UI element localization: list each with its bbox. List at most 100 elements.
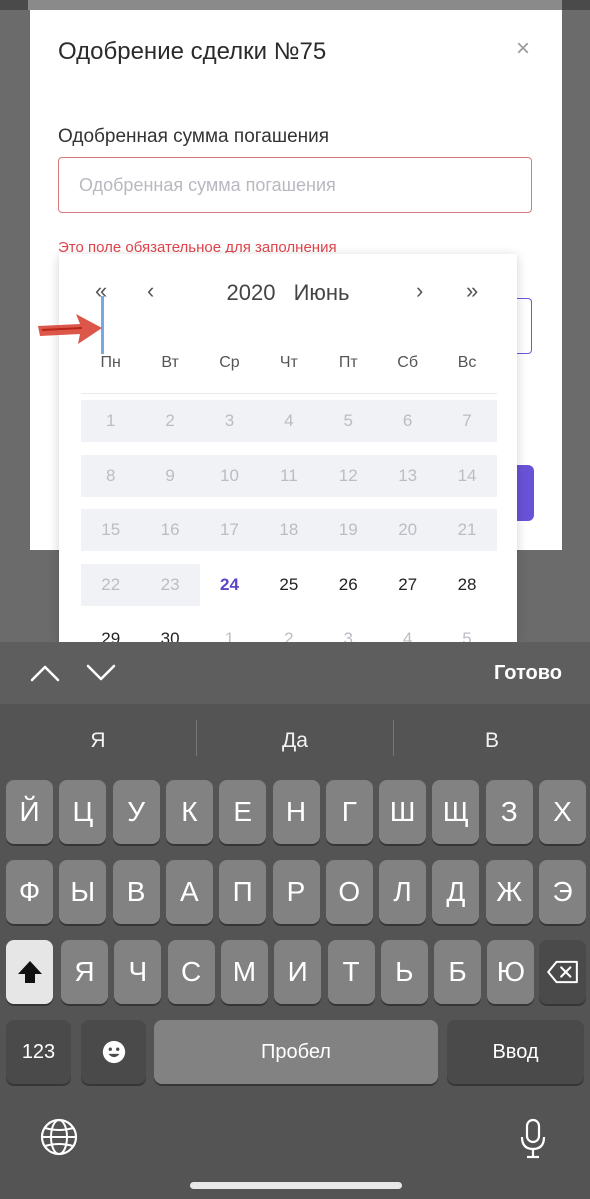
next-month-button[interactable]: ›: [416, 278, 423, 304]
letter-key[interactable]: Ж: [485, 860, 533, 924]
submit-button[interactable]: [516, 465, 534, 521]
letter-key[interactable]: Ц: [59, 780, 107, 844]
suggestion-2[interactable]: Да: [197, 704, 393, 778]
letter-key[interactable]: Ч: [114, 940, 162, 1004]
numbers-key[interactable]: 123: [6, 1020, 71, 1084]
repayment-amount-input[interactable]: [58, 157, 532, 213]
globe-icon[interactable]: [40, 1118, 78, 1156]
date-input[interactable]: [516, 298, 532, 354]
letter-key[interactable]: Ь: [380, 940, 428, 1004]
letter-key[interactable]: Ы: [59, 860, 107, 924]
calendar-day: 5: [318, 400, 378, 442]
done-button[interactable]: Готово: [494, 662, 562, 685]
letter-key[interactable]: Н: [272, 780, 320, 844]
letter-key[interactable]: Ф: [6, 860, 53, 924]
space-key[interactable]: Пробел: [154, 1020, 438, 1084]
status-bar-highlight: [28, 0, 562, 10]
shift-key[interactable]: [6, 940, 53, 1004]
chevron-up-icon[interactable]: [28, 658, 62, 688]
microphone-icon[interactable]: [518, 1118, 548, 1160]
letter-key[interactable]: Я: [61, 940, 108, 1004]
letter-key[interactable]: М: [220, 940, 268, 1004]
calendar-day: 9: [140, 454, 200, 497]
calendar-day: 13: [377, 454, 438, 497]
calendar-day: 18: [259, 509, 319, 551]
calendar-day: 1: [81, 400, 141, 442]
letter-key[interactable]: Б: [434, 940, 482, 1004]
next-year-button[interactable]: »: [466, 278, 478, 304]
calendar-header: 2020 Июнь: [59, 280, 517, 306]
calendar-week-row: 15 16 17 18 19 20 21: [81, 509, 497, 551]
calendar-day: 6: [377, 400, 438, 442]
letter-key[interactable]: Й: [6, 780, 53, 844]
letter-key[interactable]: П: [219, 860, 267, 924]
calendar-day: 4: [259, 400, 319, 442]
letter-key[interactable]: И: [274, 940, 322, 1004]
letter-key[interactable]: Х: [539, 780, 586, 844]
calendar-day[interactable]: 2: [259, 618, 318, 642]
letter-key[interactable]: В: [112, 860, 160, 924]
letter-key[interactable]: Ю: [487, 940, 535, 1004]
calendar-day[interactable]: 29: [81, 618, 140, 642]
letter-key[interactable]: Р: [272, 860, 320, 924]
shift-arrow-icon: [17, 961, 42, 983]
letter-key[interactable]: Л: [379, 860, 427, 924]
calendar-divider: [81, 393, 497, 394]
suggestion-3[interactable]: В: [394, 704, 590, 778]
weekday-label: Пт: [338, 354, 358, 371]
calendar-day[interactable]: 4: [378, 618, 437, 642]
date-picker-popup: « ‹ 2020 Июнь › » Пн Вт Ср Чт Пт Сб Вс 1234567…: [59, 254, 517, 642]
calendar-day: 19: [318, 509, 378, 551]
letter-key[interactable]: О: [325, 860, 373, 924]
calendar-day-today[interactable]: 24: [200, 564, 259, 606]
letter-key[interactable]: К: [165, 780, 213, 844]
letter-key[interactable]: С: [167, 940, 215, 1004]
backspace-key[interactable]: [539, 940, 586, 1004]
calendar-day: 16: [140, 509, 200, 551]
calendar-day: 20: [377, 509, 438, 551]
calendar-day[interactable]: 28: [437, 564, 496, 606]
calendar-month[interactable]: Июнь: [294, 280, 350, 305]
letter-key[interactable]: Е: [219, 780, 267, 844]
weekday-header-row: Пн Вт Ср Чт Пт Сб Вс: [81, 354, 497, 372]
letter-key[interactable]: А: [165, 860, 213, 924]
calendar-week-row: 29 30 1 2 3 4 5: [81, 618, 497, 642]
modal-title: Одобрение сделки №75: [58, 38, 327, 65]
letter-key[interactable]: З: [485, 780, 533, 844]
calendar-year[interactable]: 2020: [226, 280, 275, 305]
home-indicator: [190, 1182, 402, 1189]
letter-key[interactable]: Щ: [432, 780, 480, 844]
calendar-day: 14: [437, 454, 497, 497]
letter-key[interactable]: Д: [432, 860, 480, 924]
calendar-day: 7: [437, 400, 497, 442]
calendar-day: 12: [318, 454, 378, 497]
calendar-day-grid: 1 2 3 4 5 6 7 8 9 10 11 12 13 14 15 16 17 18 19 20 21 22 23 24 2…: [81, 400, 497, 642]
letter-key[interactable]: Т: [327, 940, 375, 1004]
calendar-week-row: 8 9 10 11 12 13 14: [81, 454, 497, 497]
calendar-day: 15: [81, 509, 141, 551]
enter-key[interactable]: Ввод: [447, 1020, 584, 1084]
calendar-day: 8: [81, 454, 141, 497]
calendar-day: 23: [140, 563, 200, 606]
calendar-day[interactable]: 1: [200, 618, 259, 642]
calendar-day[interactable]: 25: [259, 564, 318, 606]
letter-key[interactable]: Г: [325, 780, 373, 844]
chevron-down-icon[interactable]: [84, 658, 118, 688]
letter-key[interactable]: Э: [539, 860, 586, 924]
calendar-day: 3: [199, 400, 260, 442]
emoji-key[interactable]: [81, 1020, 146, 1084]
calendar-day[interactable]: 5: [437, 618, 496, 642]
suggestion-1[interactable]: Я: [0, 704, 196, 778]
letter-key[interactable]: Ш: [379, 780, 427, 844]
calendar-day[interactable]: 27: [378, 564, 437, 606]
calendar-day[interactable]: 26: [319, 564, 378, 606]
weekday-label: Ср: [219, 354, 240, 371]
letter-key[interactable]: У: [112, 780, 160, 844]
calendar-day: 11: [259, 454, 319, 497]
calendar-day: 10: [199, 454, 260, 497]
calendar-day[interactable]: 3: [319, 618, 378, 642]
keyboard-accessory-bar: Готово: [0, 642, 590, 704]
close-icon[interactable]: ×: [512, 37, 534, 61]
calendar-day[interactable]: 30: [140, 618, 199, 642]
repayment-amount-label: Одобренная сумма погашения: [58, 126, 330, 147]
